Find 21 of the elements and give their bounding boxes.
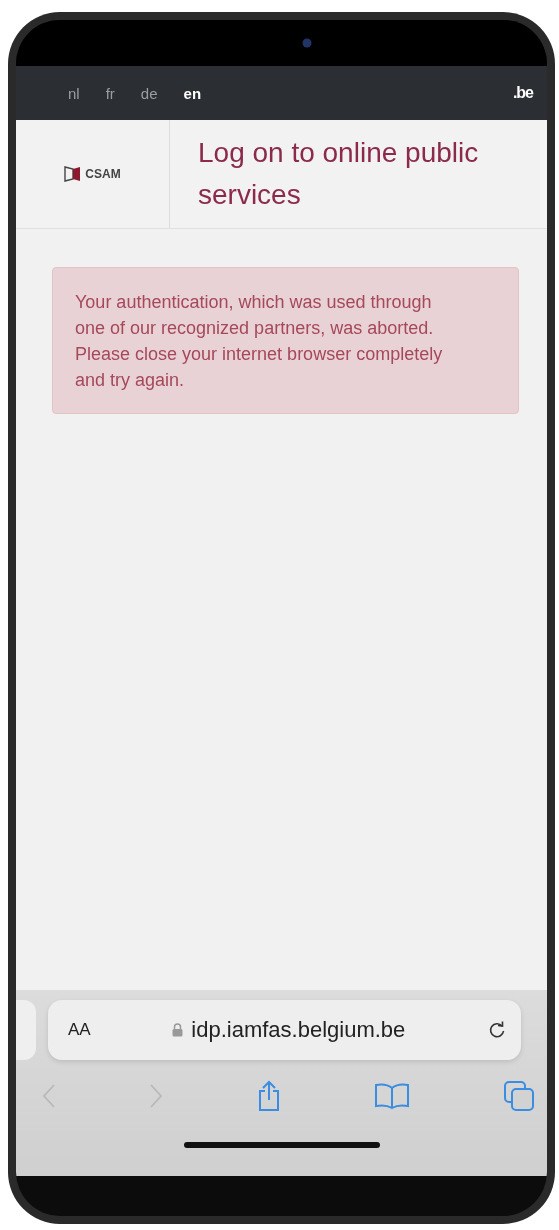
lock-icon [172,1023,184,1037]
chevron-left-icon [42,1083,56,1109]
error-message: Your authentication, which was used through one of our recognized partners, was aborted. Please close your internet browser completely and try again. [75,291,444,392]
address-bar[interactable]: AA idp.iamfas.belgium.be [48,1000,521,1060]
url-text: idp.iamfas.belgium.be [191,1017,406,1043]
logo-text: CSAM [85,167,121,181]
share-icon [256,1080,281,1112]
previous-tab-edge [16,1000,36,1060]
book-icon [373,1082,410,1110]
tabs-icon [503,1080,535,1112]
language-link[interactable]: nl [68,84,80,102]
brand-logo: .be [512,84,533,102]
reload-icon[interactable] [487,1020,507,1040]
page-title: Log on to online public services [198,136,480,212]
language-link[interactable]: en [183,84,202,102]
language-link[interactable]: de [140,84,158,102]
camera-icon [301,38,312,48]
language-link[interactable]: fr [105,84,115,102]
door-icon [64,166,83,182]
chevron-right-icon [149,1083,164,1109]
text-size-button[interactable]: AA [68,1020,91,1040]
